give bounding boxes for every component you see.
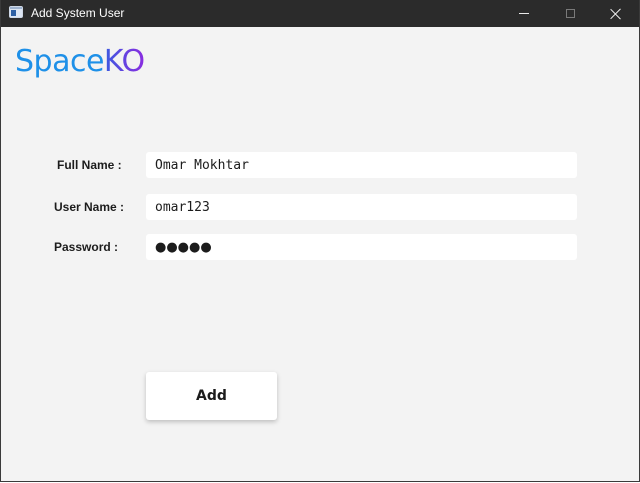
add-button[interactable]: Add (146, 372, 277, 420)
minimize-icon (519, 13, 529, 14)
user-name-input[interactable] (155, 199, 568, 215)
close-icon (610, 8, 622, 20)
window-title: Add System User (31, 6, 125, 20)
password-field[interactable]: ●●●●● (146, 234, 577, 260)
close-button[interactable] (593, 0, 639, 27)
app-window-icon (9, 6, 23, 18)
app-logo: SpaceKO (15, 44, 145, 80)
logo-text-ko: KO (103, 44, 145, 79)
full-name-input[interactable] (155, 157, 568, 173)
minimize-button[interactable] (501, 0, 547, 27)
full-name-label: Full Name : (57, 158, 122, 172)
password-label: Password : (54, 240, 119, 254)
password-masked-value[interactable]: ●●●●● (155, 240, 212, 255)
maximize-button[interactable] (547, 0, 593, 27)
logo-text-space: Space (15, 44, 104, 79)
user-name-label: User Name : (54, 200, 125, 214)
title-bar[interactable]: Add System User (1, 0, 639, 27)
maximize-icon (565, 9, 575, 18)
user-name-field[interactable] (146, 194, 577, 220)
full-name-field[interactable] (146, 152, 577, 178)
add-system-user-window: Add System User SpaceKO Full Name : User… (0, 0, 640, 482)
